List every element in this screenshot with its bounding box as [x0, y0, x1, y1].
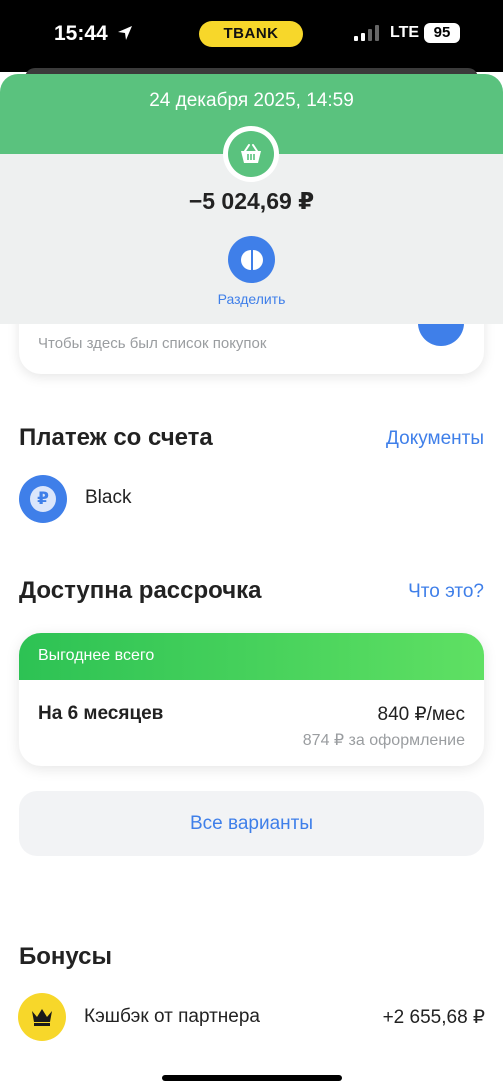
- basket-icon: [241, 144, 261, 163]
- installment-badge-band: Выгоднее всего: [19, 633, 484, 680]
- installment-term: На 6 месяцев: [38, 703, 164, 724]
- installment-monthly: 840 ₽/мес: [377, 704, 465, 725]
- transaction-datetime: 24 декабря 2025, 14:59: [149, 90, 354, 111]
- status-time: 15:44: [54, 22, 108, 45]
- all-variants-button[interactable]: Все варианты: [19, 791, 484, 856]
- account-name[interactable]: Black: [85, 487, 131, 509]
- crown-icon: [32, 1009, 52, 1026]
- installment-card[interactable]: Выгоднее всего На 6 месяцев 840 ₽/мес 87…: [19, 633, 484, 766]
- home-indicator[interactable]: [162, 1075, 342, 1081]
- bonus-icon: [18, 993, 66, 1041]
- split-button[interactable]: [228, 236, 275, 283]
- category-badge[interactable]: [223, 126, 279, 182]
- bonus-amount: +2 655,68 ₽: [382, 1007, 485, 1028]
- split-label[interactable]: Разделить: [0, 291, 503, 307]
- transaction-header: 24 декабря 2025, 14:59 −5 024,69 ₽ Разде…: [0, 74, 503, 324]
- split-icon: [241, 250, 263, 270]
- network-label: LTE: [390, 24, 420, 41]
- installment-badge: Выгоднее всего: [38, 647, 155, 664]
- account-icon: ₽: [19, 475, 67, 523]
- bonuses-title: Бонусы: [19, 943, 112, 970]
- signal-icon: [354, 25, 382, 41]
- transaction-amount: −5 024,69 ₽: [188, 188, 315, 214]
- bonus-name[interactable]: Кэшбэк от партнера: [84, 1006, 260, 1028]
- ruble-icon: ₽: [30, 486, 56, 512]
- brand-pill[interactable]: TBANK: [199, 21, 303, 47]
- installment-info-link[interactable]: Что это?: [408, 581, 484, 603]
- status-bar: 15:44 TBANK LTE 95: [0, 0, 503, 72]
- location-arrow-icon: [118, 26, 132, 40]
- receipt-hint: Чтобы здесь был список покупок: [38, 335, 267, 352]
- battery-icon: 95: [424, 23, 460, 43]
- documents-link[interactable]: Документы: [386, 428, 484, 450]
- installment-title: Доступна рассрочка: [19, 577, 262, 604]
- installment-fee: 874 ₽ за оформление: [302, 732, 465, 749]
- payment-title: Платеж со счета: [19, 424, 213, 451]
